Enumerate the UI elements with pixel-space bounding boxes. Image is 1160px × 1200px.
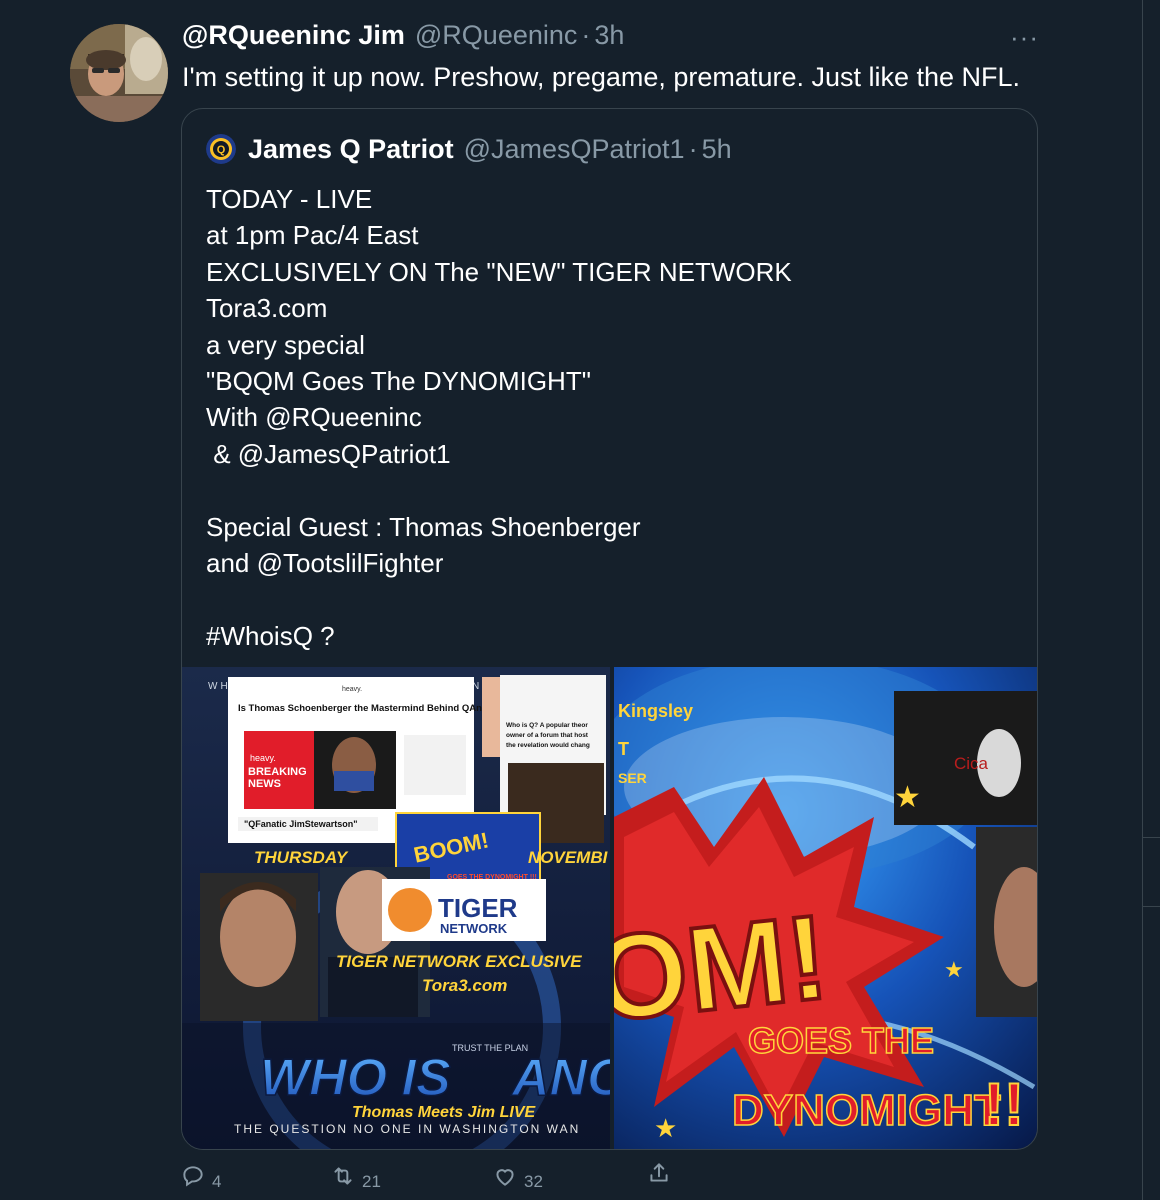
ser-text: SER — [618, 770, 647, 786]
site-text: Tora3.com — [422, 976, 507, 995]
reply-icon — [183, 1166, 203, 1187]
quoted-avatar[interactable]: Q — [206, 134, 236, 164]
quoted-timestamp[interactable]: 5h — [702, 134, 732, 165]
star-decor: ★ — [894, 781, 921, 814]
star-decor: ★ — [654, 1113, 677, 1143]
edge-divider — [1142, 906, 1160, 907]
user-handle[interactable]: @RQueeninc — [415, 20, 578, 51]
display-name[interactable]: @RQueeninc Jim — [182, 20, 405, 51]
article-headline: Is Thomas Schoenberger the Mastermind Be… — [238, 703, 499, 714]
tiger-line1: TIGER — [438, 893, 518, 923]
corner-text: WH — [208, 681, 231, 692]
side-headline: Who is Q? A popular theor owner of a for… — [506, 722, 590, 749]
quoted-display-name[interactable]: James Q Patriot — [248, 134, 454, 165]
who-is-text: WHO IS — [260, 1049, 451, 1107]
star-decor: ★ — [944, 957, 964, 982]
quoted-text: TODAY - LIVE at 1pm Pac/4 East EXCLUSIVE… — [206, 184, 792, 651]
separator: · — [688, 133, 698, 164]
anon-text: ANON — [510, 1049, 610, 1107]
like-icon — [496, 1169, 514, 1186]
separator: · — [581, 20, 591, 50]
bangs-text: !! — [984, 1071, 1024, 1138]
retweet-icon — [334, 1167, 352, 1185]
breaking-line1: BREAKING — [248, 766, 307, 778]
tweet-text: I'm setting it up now. Preshow, pregame,… — [182, 62, 1021, 92]
tweet[interactable]: @RQueeninc Jim @RQueeninc · 3h ··· I'm s… — [0, 0, 1140, 1200]
subtitle-text: Thomas Meets Jim LIVE — [352, 1104, 536, 1121]
site-name: heavy. — [342, 686, 362, 693]
cicada-text: Cica — [954, 754, 989, 773]
exclusive-text: TIGER NETWORK EXCLUSIVE — [336, 952, 582, 971]
kingsley-text: Kingsley — [618, 701, 693, 721]
dynomight-text: DYNOMIGHT — [732, 1086, 1001, 1135]
media-grid: WH NT heavy. Is Thomas Schoenberger the … — [182, 667, 1037, 1149]
breaking-brand: heavy. — [250, 753, 276, 763]
like-count: 32 — [524, 1172, 543, 1191]
share-icon — [650, 1163, 668, 1182]
quoted-header: Q James Q Patriot @JamesQPatriot1 · 5h — [206, 131, 732, 167]
letter-t: T — [618, 739, 629, 759]
right-column-edge — [1142, 0, 1160, 1200]
goes-the-text: GOES THE — [748, 1020, 934, 1061]
edge-divider — [1142, 837, 1160, 838]
action-bar: 4 21 32 — [180, 1160, 680, 1196]
timestamp[interactable]: 3h — [594, 20, 624, 51]
retweet-button[interactable]: 21 — [330, 1160, 381, 1192]
tiger-line2: NETWORK — [440, 921, 508, 936]
media-image-right[interactable]: Kingsley T SER Cica OM! GOES THE DYNOMIG… — [614, 667, 1037, 1149]
article-caption: "QFanatic JimStewartson" — [244, 819, 358, 829]
svg-text:Q: Q — [217, 144, 226, 156]
breaking-line2: NEWS — [248, 778, 281, 790]
share-button[interactable] — [646, 1160, 672, 1186]
footer-text: THE QUESTION NO ONE IN WASHINGTON WAN — [234, 1122, 580, 1136]
quoted-handle[interactable]: @JamesQPatriot1 — [464, 134, 685, 165]
avatar[interactable] — [70, 24, 168, 122]
november-text: NOVEMBI — [528, 848, 609, 867]
retweet-count: 21 — [362, 1172, 381, 1191]
quoted-tweet[interactable]: Q James Q Patriot @JamesQPatriot1 · 5h T… — [181, 108, 1038, 1150]
reply-button[interactable]: 4 — [180, 1160, 221, 1192]
thursday-text: THURSDAY — [254, 848, 349, 867]
reply-count: 4 — [212, 1172, 222, 1191]
tweet-header: @RQueeninc Jim @RQueeninc · 3h — [182, 20, 624, 56]
media-image-left[interactable]: WH NT heavy. Is Thomas Schoenberger the … — [182, 667, 610, 1149]
like-button[interactable]: 32 — [492, 1160, 543, 1192]
more-icon[interactable]: ··· — [1010, 22, 1039, 52]
